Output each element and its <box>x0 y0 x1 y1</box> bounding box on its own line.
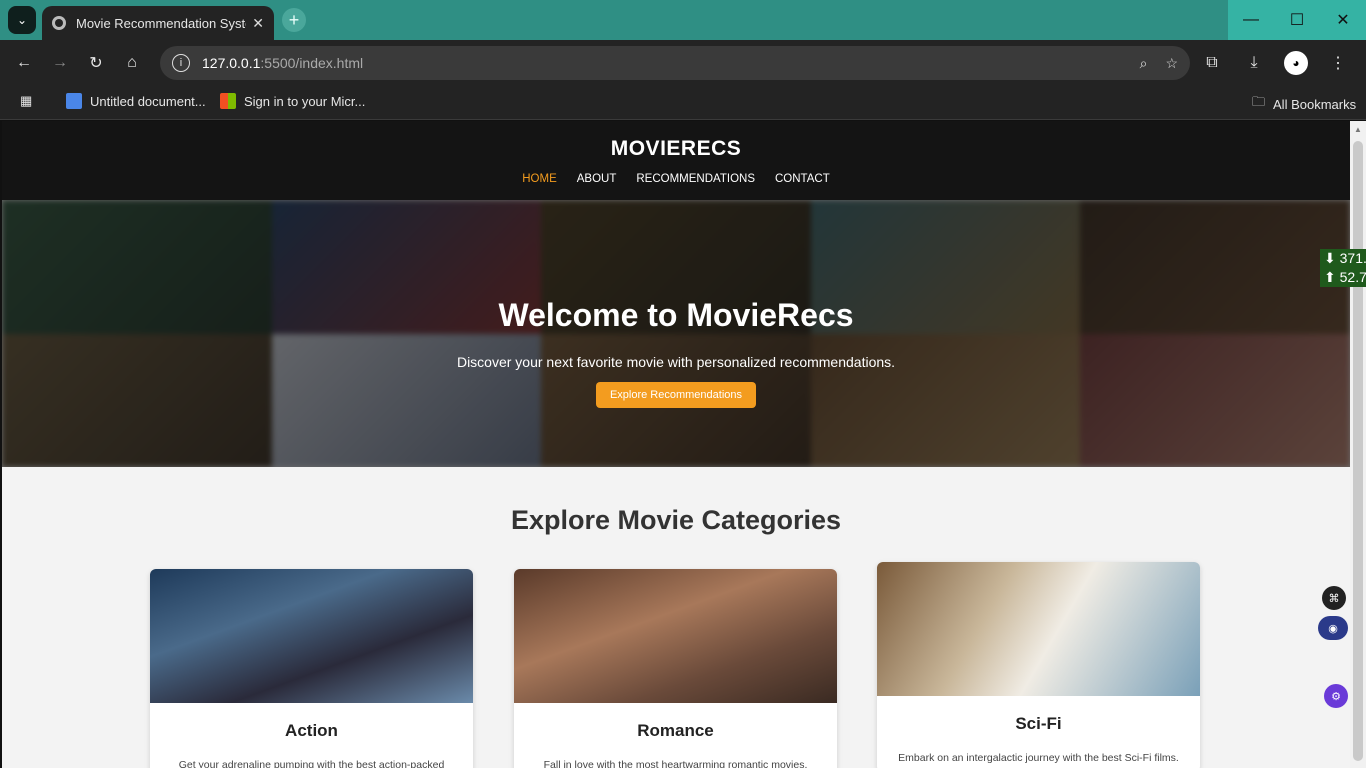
all-bookmarks[interactable]: 🗀 All Bookmarks <box>1252 93 1356 115</box>
hero-content: Welcome to MovieRecs Discover your next … <box>2 297 1350 408</box>
categories-title: Explore Movie Categories <box>510 505 842 535</box>
maximize-button[interactable]: ☐ <box>1274 0 1320 40</box>
category-card-action[interactable]: Action Get your adrenaline pumping with … <box>150 569 473 768</box>
romance-poster-image <box>514 569 837 703</box>
new-tab-button[interactable]: + <box>282 8 306 32</box>
scrollbar-thumb[interactable] <box>1353 141 1363 761</box>
action-poster-image <box>150 569 473 703</box>
bookmark-label: Sign in to your Micr... <box>244 93 366 109</box>
nav-recommendations[interactable]: RECOMMENDATIONS <box>636 173 755 185</box>
scroll-up-icon[interactable]: ▲ <box>1353 125 1363 135</box>
category-name: Romance <box>637 721 714 740</box>
scifi-poster-image <box>877 562 1200 696</box>
category-description: Get your adrenaline pumping with the bes… <box>178 759 445 768</box>
network-speed-widget: ⬇ 371.3 ⬆ 52.7 <box>1320 249 1366 287</box>
net-up-value: 52.7 <box>1339 269 1366 285</box>
browser-tab-bar: ⌄ Movie Recommendation System ✕ + — ☐ ✕ <box>0 0 1366 40</box>
globe-icon <box>52 16 66 30</box>
hero-banner: Welcome to MovieRecs Discover your next … <box>2 200 1350 467</box>
bookmark-item[interactable]: Sign in to your Micr... <box>220 93 365 109</box>
site-header: MOVIERECS HOME ABOUT RECOMMENDATIONS CON… <box>2 121 1350 200</box>
url-host: 127.0.0.1 <box>202 55 261 71</box>
reload-icon[interactable]: ↻ <box>78 45 114 81</box>
site-info-icon[interactable]: i <box>172 54 190 72</box>
address-bar[interactable]: i 127.0.0.1 :5500/index.html ⌕ ☆ <box>160 46 1190 80</box>
nav-contact[interactable]: CONTACT <box>775 173 830 185</box>
site-nav: HOME ABOUT RECOMMENDATIONS CONTACT <box>2 173 1350 185</box>
extensions-icon[interactable]: ⧉ <box>1194 45 1230 81</box>
menu-icon[interactable]: ⋮ <box>1320 45 1356 81</box>
close-window-button[interactable]: ✕ <box>1320 0 1366 40</box>
hero-subtitle: Discover your next favorite movie with p… <box>456 354 896 370</box>
command-icon[interactable]: ⌘ <box>1322 586 1346 610</box>
nav-about[interactable]: ABOUT <box>577 173 617 185</box>
page-scrollbar[interactable]: ▲ <box>1350 121 1366 768</box>
site-brand[interactable]: MOVIERECS <box>2 121 1350 161</box>
hero-title: Welcome to MovieRecs <box>498 297 854 333</box>
category-name: Sci-Fi <box>1015 714 1062 733</box>
category-description: Fall in love with the most heartwarming … <box>543 759 808 768</box>
all-bookmarks-label: All Bookmarks <box>1273 96 1357 112</box>
folder-icon: 🗀 <box>1252 94 1266 109</box>
net-down-value: 371.3 <box>1339 250 1366 266</box>
close-tab-icon[interactable]: ✕ <box>252 15 264 32</box>
assistant-icon[interactable]: ◉ <box>1318 616 1348 640</box>
settings-gear-icon[interactable]: ⚙ <box>1324 684 1348 708</box>
tab-search-button[interactable]: ⌄ <box>8 6 36 34</box>
category-name: Action <box>285 721 338 740</box>
home-icon[interactable]: ⌂ <box>114 45 150 81</box>
minimize-button[interactable]: — <box>1228 0 1274 40</box>
back-arrow-icon[interactable]: ← <box>6 45 42 81</box>
explore-recommendations-button[interactable]: Explore Recommendations <box>595 382 757 408</box>
tab-title: Movie Recommendation System <box>76 15 247 31</box>
category-description: Embark on an intergalactic journey with … <box>898 752 1179 764</box>
forward-arrow-icon[interactable]: → <box>42 45 78 81</box>
url-path: :5500/index.html <box>260 55 364 71</box>
category-card-scifi[interactable]: Sci-Fi Embark on an intergalactic journe… <box>877 562 1200 768</box>
bookmark-star-icon[interactable]: ☆ <box>1165 55 1178 72</box>
browser-toolbar: ← → ↻ ⌂ i 127.0.0.1 :5500/index.html ⌕ ☆… <box>0 40 1366 86</box>
microsoft-icon <box>220 93 236 109</box>
docs-icon <box>66 93 82 109</box>
profile-avatar[interactable]: ◕ <box>1278 45 1314 81</box>
bookmarks-bar: ▦ Untitled document... Sign in to your M… <box>0 86 1366 120</box>
bookmark-label: Untitled document... <box>90 93 206 109</box>
category-card-romance[interactable]: Romance Fall in love with the most heart… <box>514 569 837 768</box>
apps-icon[interactable]: ▦ <box>20 93 32 109</box>
zoom-icon[interactable]: ⌕ <box>1140 55 1148 72</box>
nav-home[interactable]: HOME <box>522 173 557 185</box>
web-page: MOVIERECS HOME ABOUT RECOMMENDATIONS CON… <box>2 121 1350 768</box>
browser-tab[interactable]: Movie Recommendation System ✕ <box>42 6 274 40</box>
download-icon[interactable]: ⤓ <box>1236 45 1272 81</box>
bookmark-item[interactable]: Untitled document... <box>66 93 206 109</box>
